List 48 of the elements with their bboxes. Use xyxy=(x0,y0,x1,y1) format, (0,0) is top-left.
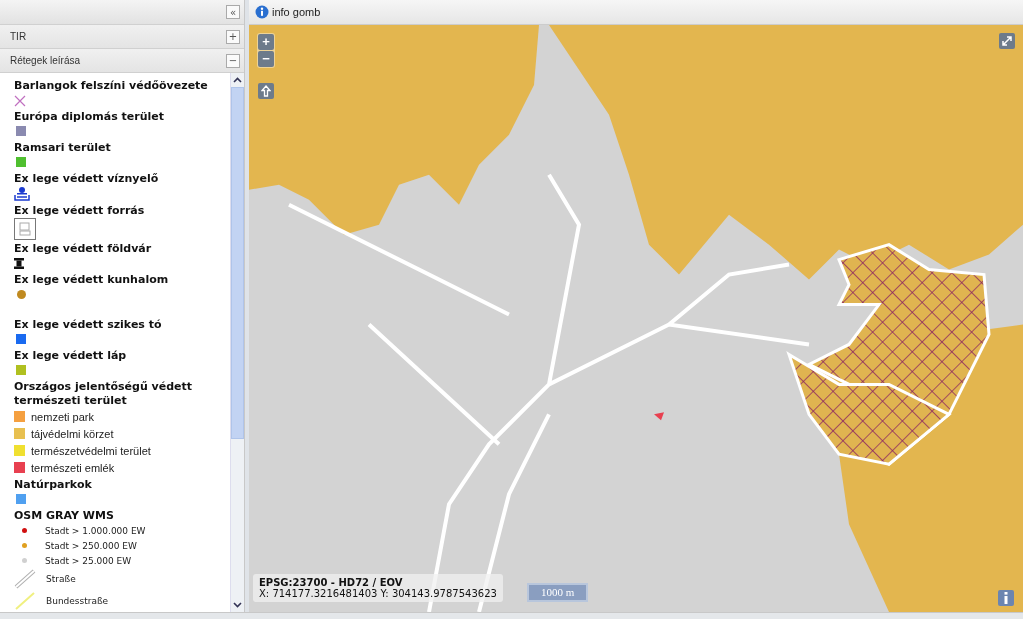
map-info-button[interactable] xyxy=(998,590,1014,606)
up-arrow-icon xyxy=(261,85,271,97)
legend-heading: Barlangok felszíni védőövezete xyxy=(14,79,209,93)
legend-label: természeti emlék xyxy=(31,461,115,474)
legend-label: Stadt > 1.000.000 EW xyxy=(45,525,146,536)
legend-heading: Ex lege védett szikes tó xyxy=(14,318,163,332)
info-button[interactable]: info gomb xyxy=(255,5,321,19)
section-title: TIR xyxy=(10,31,27,42)
legend-heading: Európa diplomás terület xyxy=(14,110,166,124)
legend-label: Stadt > 250.000 EW xyxy=(45,540,137,551)
accordion-header[interactable]: TIR + xyxy=(0,25,244,49)
scroll-thumb[interactable] xyxy=(231,87,244,439)
scroll-up-icon[interactable] xyxy=(233,77,242,83)
legend-label: tájvédelmi körzet xyxy=(31,427,114,440)
sinkhole-icon xyxy=(14,186,30,202)
legend-label: Stadt > 25.000 EW xyxy=(45,555,132,566)
tower-icon xyxy=(14,258,24,269)
legend-heading: OSM GRAY WMS xyxy=(14,509,115,523)
legend-label: nemzeti park xyxy=(31,410,94,423)
legend-heading: Ex lege védett láp xyxy=(14,349,128,363)
legend-heading: Ex lege védett földvár xyxy=(14,242,153,256)
image-icon xyxy=(14,218,36,240)
legend-heading: Ex lege védett forrás xyxy=(14,204,146,218)
scroll-down-icon[interactable] xyxy=(233,602,242,608)
fullscreen-button[interactable] xyxy=(999,33,1015,49)
legend-label: Bundesstraße xyxy=(46,596,109,606)
legend-label: Straße xyxy=(46,574,76,584)
legend-heading: Ramsari terület xyxy=(14,141,112,155)
legend-heading: Országos jelentőségű védett természeti terület xyxy=(14,380,194,408)
home-button[interactable] xyxy=(258,83,274,99)
collapse-panel-button[interactable]: « xyxy=(226,5,240,19)
legend-heading: Ex lege védett kunhalom xyxy=(14,273,170,287)
toggle-button[interactable]: + xyxy=(226,29,240,44)
zoom-in-button[interactable]: + xyxy=(258,34,274,50)
section-title: Rétegek leírása xyxy=(10,55,81,66)
info-icon xyxy=(1003,592,1009,604)
coordinates-text: X: 714177.3216481403 Y: 304143.9787543623 xyxy=(259,588,497,599)
legend-heading: Ex lege védett víznyelő xyxy=(14,172,160,186)
scrollbar[interactable] xyxy=(230,73,244,612)
zoom-out-button[interactable]: − xyxy=(258,51,274,67)
toggle-button[interactable]: − xyxy=(226,53,240,68)
accordion-header[interactable]: Rétegek leírása − xyxy=(0,49,244,73)
projection-label: EPSG:23700 - HD72 / EOV xyxy=(259,577,404,588)
legend-label: természetvédelmi terület xyxy=(31,444,151,457)
info-icon xyxy=(255,5,269,19)
legend-heading: Natúrparkok xyxy=(14,478,93,492)
scale-bar: 1000 m xyxy=(527,583,589,602)
expand-icon xyxy=(1001,35,1013,47)
